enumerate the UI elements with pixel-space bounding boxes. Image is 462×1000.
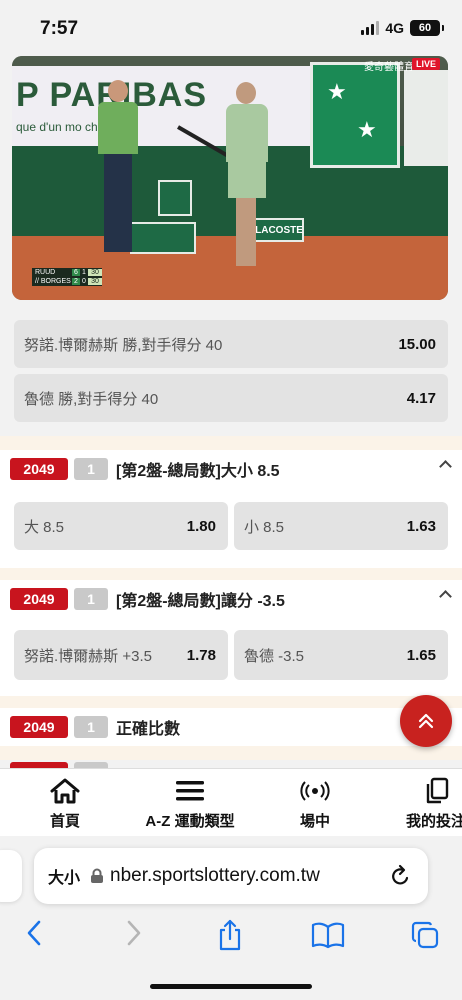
scoreboard-set: 6: [72, 269, 80, 276]
nav-my-bets[interactable]: 我的投注: [404, 769, 462, 837]
lock-icon: [91, 868, 104, 883]
market-title: 正確比數: [116, 721, 181, 738]
odds-label: 魯德 -3.5: [244, 647, 305, 665]
video-scoreboard: RUUD 6 1 30 // BORGES 2 0 30: [32, 268, 102, 286]
video-umpire: [96, 80, 140, 256]
previous-tab-peek[interactable]: [0, 850, 22, 902]
back-icon[interactable]: [22, 918, 46, 948]
scoreboard-row: // BORGES 2 0 30: [32, 277, 102, 286]
market-body: 努諾.博爾赫斯 +3.5 1.78 魯德 -3.5 1.65: [0, 618, 462, 698]
odds-button[interactable]: 魯德 勝,對手得分 40 4.17: [14, 374, 448, 422]
odds-label: 小 8.5: [244, 518, 285, 536]
odds-button[interactable]: 努諾.博爾赫斯 勝,對手得分 40 15.00: [14, 320, 448, 368]
scroll-to-top-button[interactable]: [400, 695, 452, 747]
cellular-signal-icon: [361, 21, 380, 35]
odds-label: 努諾.博爾赫斯 +3.5: [24, 647, 152, 665]
nav-label: A-Z 運動類型: [145, 812, 235, 830]
odds-value: 15.00: [398, 335, 436, 353]
status-time: 7:57: [40, 18, 79, 39]
market-code-badge: 2049: [10, 716, 68, 738]
battery-level: 60: [418, 22, 432, 34]
odds-label: 努諾.博爾赫斯 勝,對手得分 40: [24, 336, 223, 354]
network-type: 4G: [385, 20, 404, 36]
double-chevron-up-icon: [418, 713, 434, 729]
odds-button[interactable]: 魯德 -3.5 1.65: [234, 630, 448, 680]
nav-live[interactable]: 場中: [284, 769, 346, 837]
status-indicators: 4G 60: [361, 20, 444, 36]
set-badge: 1: [74, 588, 108, 610]
copy-icon: [404, 776, 450, 806]
bookmarks-icon[interactable]: [310, 918, 346, 952]
scoreboard-points: 30: [88, 269, 102, 276]
odds-label: 大 8.5: [24, 518, 65, 536]
market-title: [第2盤-總局數]讓分 -3.5: [116, 593, 285, 610]
scoreboard-points: 30: [88, 278, 102, 285]
odds-button[interactable]: 努諾.博爾赫斯 +3.5 1.78: [14, 630, 228, 680]
betting-markets: 努諾.博爾赫斯 勝,對手得分 40 15.00 魯德 勝,對手得分 40 4.1…: [0, 300, 462, 768]
menu-icon: [175, 776, 205, 806]
scoreboard-row: RUUD 6 1 30: [32, 268, 102, 277]
scoreboard-set: 0: [82, 278, 86, 285]
nav-label: 我的投注: [406, 812, 462, 830]
market-title: [第2盤-總局數]大小 8.5: [116, 463, 280, 480]
bottom-nav: 首頁 A-Z 運動類型 場中 我的投注: [0, 768, 462, 836]
forward-icon[interactable]: [122, 918, 146, 948]
scoreboard-player: RUUD: [35, 269, 56, 276]
video-player: [222, 82, 272, 282]
odds-value: 4.17: [406, 389, 436, 407]
market-body: 大 8.5 1.80 小 8.5 1.63: [0, 488, 462, 568]
chevron-up-icon[interactable]: [439, 460, 452, 473]
market-code-badge: 2049: [10, 458, 68, 480]
market-header[interactable]: 2049 1 [第2盤-總局數]大小 8.5: [0, 450, 462, 488]
chevron-up-icon[interactable]: [439, 590, 452, 603]
url-text: nber.sportslottery.com.tw: [110, 865, 320, 886]
status-bar: 7:57 4G 60: [0, 0, 462, 58]
market-header[interactable]: 2049 1 正確比數: [0, 708, 462, 746]
scoreboard-set: 2: [72, 278, 80, 285]
market-divider: [0, 746, 462, 760]
odds-value: 1.80: [186, 517, 216, 535]
odds-value: 1.65: [406, 646, 436, 664]
sponsor-sign-small: [158, 180, 192, 216]
share-icon[interactable]: [214, 918, 246, 952]
scoreboard-set: 1: [82, 269, 86, 276]
battery-icon: 60: [410, 20, 444, 36]
market-header[interactable]: 2049 1 [第2盤-總局數]讓分 -3.5: [0, 580, 462, 618]
reader-text-size-button[interactable]: 大小: [48, 864, 80, 888]
nav-label: 場中: [299, 812, 330, 830]
reload-icon[interactable]: [390, 864, 412, 893]
scoreboard-player: // BORGES: [35, 278, 71, 285]
nav-sports-az[interactable]: A-Z 運動類型: [134, 769, 246, 837]
live-video-player[interactable]: P PARIBAS que d'un mo change LACOSTE 愛奇藝…: [12, 56, 448, 300]
odds-label: 魯德 勝,對手得分 40: [24, 390, 159, 408]
nav-label: 首頁: [49, 812, 80, 830]
market-divider: [0, 436, 462, 450]
browser-chrome: 大小 nber.sportslottery.com.tw: [0, 836, 462, 1000]
market-code-badge: 2049: [10, 588, 68, 610]
odds-button[interactable]: 大 8.5 1.80: [14, 502, 228, 550]
home-icon: [50, 776, 80, 806]
set-badge: 1: [74, 458, 108, 480]
odds-value: 1.63: [406, 517, 436, 535]
live-badge: LIVE: [411, 58, 440, 70]
nav-home[interactable]: 首頁: [34, 769, 96, 837]
sponsor-logo-partial: [404, 70, 448, 166]
tabs-icon[interactable]: [408, 918, 442, 952]
address-bar[interactable]: 大小 nber.sportslottery.com.tw: [34, 848, 428, 904]
set-badge: 1: [74, 716, 108, 738]
live-broadcast-icon: [300, 776, 330, 806]
sponsor-logo: [310, 62, 400, 168]
video-watermark: 愛奇藝體育: [364, 62, 414, 73]
odds-button[interactable]: 小 8.5 1.63: [234, 502, 448, 550]
page: 7:57 4G 60 P PARIBAS que d'un mo change …: [0, 0, 462, 1000]
home-indicator: [150, 984, 312, 989]
odds-value: 1.78: [186, 646, 216, 664]
